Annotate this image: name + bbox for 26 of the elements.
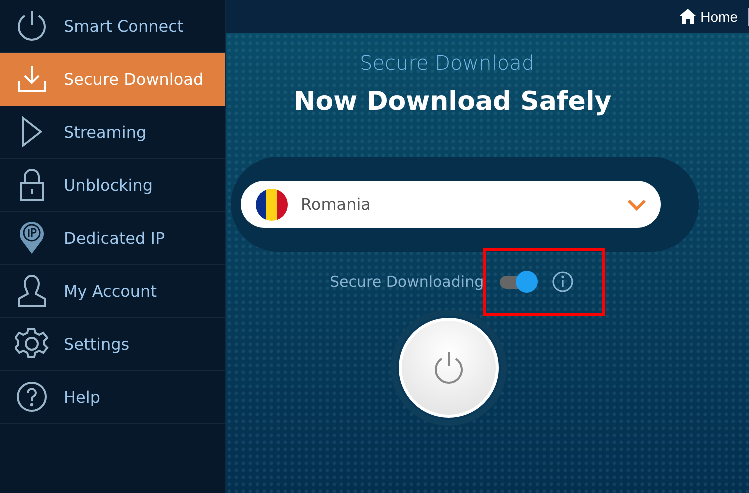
sidebar-item[interactable]: My Account — [0, 265, 225, 318]
play-icon — [20, 116, 44, 148]
connect-power-button[interactable] — [397, 316, 501, 420]
ip-pin-icon — [18, 221, 46, 255]
page-heading: Now Download Safely — [294, 87, 612, 117]
user-icon — [17, 274, 47, 308]
sidebar-item[interactable]: Help — [0, 371, 225, 424]
toggle-switch[interactable] — [500, 271, 538, 293]
home-link[interactable]: Home — [680, 8, 749, 26]
power-icon — [16, 9, 48, 43]
settings-icon — [15, 327, 49, 361]
padlock-icon — [19, 168, 45, 202]
sidebar-item[interactable]: Dedicated IP — [0, 212, 225, 265]
sidebar-item[interactable]: Unblocking — [0, 159, 225, 212]
page-subtitle: Secure Download — [360, 51, 535, 75]
download-icon — [16, 64, 48, 94]
home-icon — [680, 9, 696, 24]
help-icon — [16, 381, 48, 413]
sidebar-item[interactable]: Streaming — [0, 106, 225, 159]
toggle-label: Secure Downloading — [330, 273, 484, 291]
country-dropdown[interactable]: Romania — [241, 181, 661, 228]
chevron-down-icon — [627, 198, 647, 210]
info-icon[interactable] — [552, 271, 574, 293]
sidebar-item[interactable]: Settings — [0, 318, 225, 371]
power-icon — [432, 350, 466, 386]
flag-icon — [255, 188, 289, 222]
